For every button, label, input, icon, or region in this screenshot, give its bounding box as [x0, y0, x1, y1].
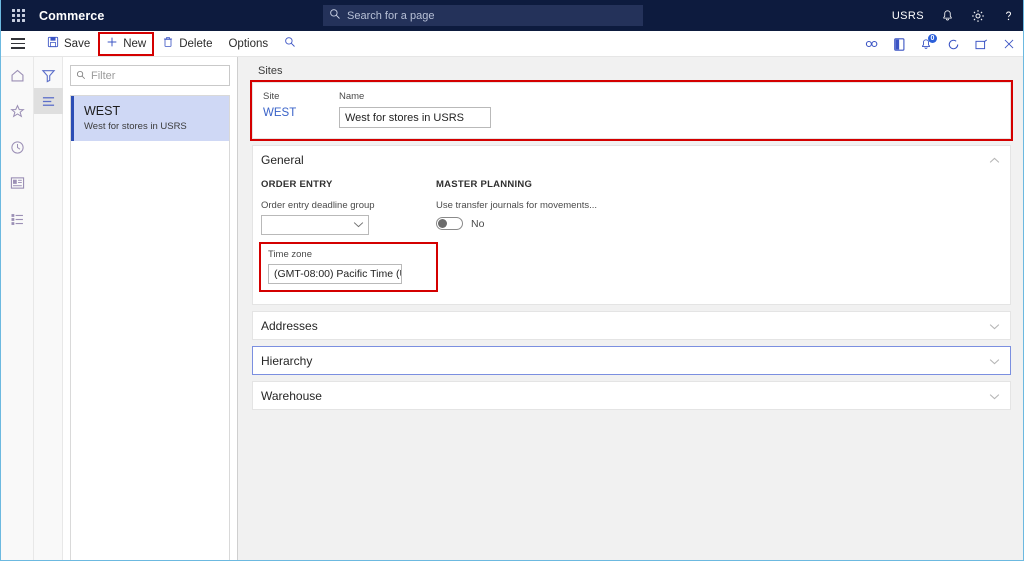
options-button[interactable]: Options	[221, 33, 275, 55]
notification-icon[interactable]: 0	[920, 33, 937, 51]
application-window: Commerce USRS	[0, 0, 1024, 561]
app-launcher-icon[interactable]	[1, 0, 35, 31]
list-item-title: WEST	[84, 104, 121, 118]
refresh-icon[interactable]	[947, 38, 960, 51]
timezone-highlight-box: Time zone (GMT-08:00) Pacific Time (US .…	[259, 242, 438, 292]
section-hierarchy-title: Hierarchy	[261, 353, 313, 368]
records-list: WEST West for stores in USRS	[70, 95, 230, 560]
order-entry-deadline-field: Order entry deadline group	[261, 200, 436, 235]
timezone-value: (GMT-08:00) Pacific Time (US ...	[274, 268, 401, 280]
section-warehouse: Warehouse	[252, 381, 1011, 410]
new-button[interactable]: New	[98, 31, 155, 56]
office-icon[interactable]	[894, 37, 905, 51]
chevron-down-icon	[989, 389, 1000, 403]
section-hierarchy-header[interactable]: Hierarchy	[253, 347, 1010, 374]
list-lines-icon[interactable]	[33, 88, 63, 114]
section-warehouse-header[interactable]: Warehouse	[253, 382, 1010, 409]
workspaces-icon[interactable]	[4, 172, 30, 194]
modules-icon[interactable]	[4, 208, 30, 230]
content-area: Sites Site WEST Name General	[238, 57, 1023, 560]
popout-icon[interactable]	[975, 39, 988, 50]
delete-button[interactable]: Delete	[155, 33, 219, 55]
delete-label: Delete	[179, 37, 213, 50]
plus-icon	[106, 36, 118, 51]
chevron-down-icon	[353, 219, 364, 231]
save-button[interactable]: Save	[40, 33, 97, 55]
search-icon	[329, 7, 341, 25]
close-icon[interactable]	[1003, 38, 1015, 50]
order-entry-deadline-label: Order entry deadline group	[261, 200, 375, 211]
timezone-dropdown[interactable]: (GMT-08:00) Pacific Time (US ...	[268, 264, 402, 284]
list-item[interactable]: WEST West for stores in USRS	[71, 96, 229, 141]
save-label: Save	[64, 37, 91, 50]
toggle-knob	[438, 219, 447, 228]
name-field: Name	[339, 91, 491, 128]
command-search-button[interactable]	[277, 33, 303, 55]
section-general-body: ORDER ENTRY Order entry deadline group T…	[253, 173, 1010, 304]
section-addresses-title: Addresses	[261, 318, 318, 333]
timezone-field: Time zone (GMT-08:00) Pacific Time (US .…	[268, 249, 429, 284]
section-general: General ORDER ENTRY Order entry deadline…	[252, 145, 1011, 305]
search-icon	[76, 67, 86, 85]
transfer-journals-label: Use transfer journals for movements...	[436, 200, 598, 211]
home-icon[interactable]	[4, 64, 30, 86]
section-general-title: General	[261, 152, 304, 167]
master-planning-group: MASTER PLANNING Use transfer journals fo…	[436, 179, 597, 290]
name-label: Name	[339, 91, 365, 102]
brand-title: Commerce	[39, 8, 105, 23]
section-warehouse-title: Warehouse	[261, 388, 322, 403]
filter-input[interactable]	[91, 69, 224, 82]
page-title: Sites	[258, 65, 283, 77]
command-buttons: Save New Delete Options	[34, 31, 303, 57]
order-entry-title: ORDER ENTRY	[261, 179, 333, 190]
filter-icon[interactable]	[34, 62, 63, 88]
site-label: Site	[263, 91, 280, 102]
top-right-controls: USRS	[892, 0, 1015, 31]
new-label: New	[123, 37, 147, 50]
search-input[interactable]	[347, 9, 637, 22]
save-icon	[47, 36, 59, 51]
filter-box[interactable]	[70, 65, 230, 86]
link-icon[interactable]	[865, 39, 879, 49]
transfer-journals-value: No	[471, 217, 485, 230]
section-addresses-header[interactable]: Addresses	[253, 312, 1010, 339]
main-body: WEST West for stores in USRS Sites Site …	[1, 57, 1023, 560]
command-bar-right-icons: 0	[865, 31, 1015, 57]
order-entry-deadline-dropdown[interactable]	[261, 215, 369, 235]
section-hierarchy: Hierarchy	[252, 346, 1011, 375]
navigation-rail	[1, 57, 34, 560]
section-addresses: Addresses	[252, 311, 1011, 340]
help-icon[interactable]	[1002, 9, 1015, 23]
menu-toggle-icon[interactable]	[1, 31, 34, 57]
list-item-subtitle: West for stores in USRS	[84, 121, 187, 132]
search-icon	[284, 36, 296, 51]
name-input[interactable]	[339, 107, 491, 128]
records-list-pane: WEST West for stores in USRS	[63, 57, 238, 560]
command-bar: Save New Delete Options 0	[1, 31, 1023, 57]
notification-badge: 0	[928, 33, 937, 43]
star-icon[interactable]	[4, 100, 30, 122]
options-label: Options	[228, 37, 269, 50]
transfer-journals-toggle[interactable]	[436, 217, 463, 230]
site-value-link[interactable]: WEST	[263, 107, 339, 119]
timezone-label: Time zone	[268, 249, 312, 260]
user-initials[interactable]: USRS	[892, 10, 924, 22]
transfer-journals-field: Use transfer journals for movements... N…	[436, 200, 597, 230]
gear-icon[interactable]	[971, 9, 985, 23]
chevron-up-icon	[989, 153, 1000, 167]
transfer-journals-toggle-row[interactable]: No	[436, 217, 597, 230]
list-tab-rail	[33, 57, 63, 560]
trash-icon	[162, 36, 174, 51]
bell-icon[interactable]	[941, 9, 954, 23]
site-field: Site WEST	[263, 91, 339, 119]
master-planning-title: MASTER PLANNING	[436, 179, 533, 190]
order-entry-group: ORDER ENTRY Order entry deadline group T…	[259, 179, 438, 292]
clock-icon[interactable]	[4, 136, 30, 158]
top-navigation-bar: Commerce USRS	[1, 0, 1023, 31]
chevron-down-icon	[989, 354, 1000, 368]
chevron-down-icon	[989, 319, 1000, 333]
section-general-header[interactable]: General	[253, 146, 1010, 173]
record-header-card: Site WEST Name	[250, 80, 1013, 141]
global-search[interactable]	[323, 5, 643, 26]
